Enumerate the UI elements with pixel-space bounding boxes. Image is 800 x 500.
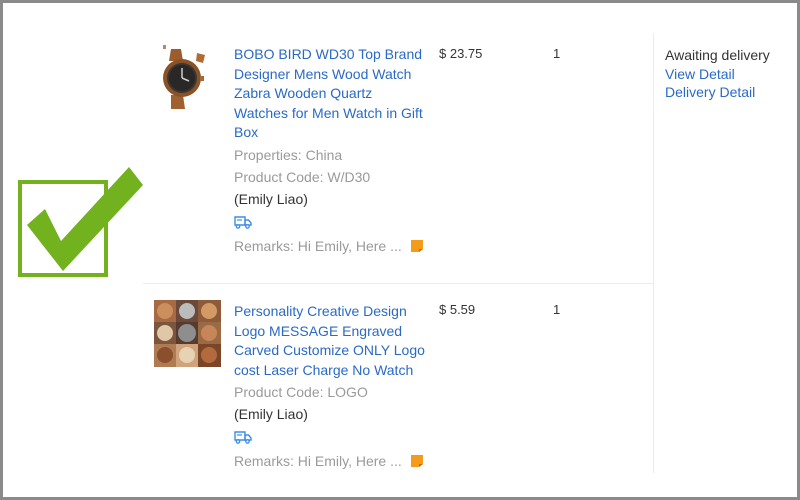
buyer-name: (Emily Liao) — [234, 190, 308, 207]
wood-watch-image[interactable] — [153, 43, 221, 111]
shipping-truck-icon[interactable] — [234, 215, 429, 231]
product-title-link[interactable]: Personality Creative Design Logo MESSAGE… — [234, 302, 429, 380]
remarks-text: Remarks: Hi Emily, Here ... — [234, 237, 402, 254]
view-detail-link[interactable]: View Detail — [665, 65, 795, 83]
order-status: Awaiting delivery — [665, 47, 770, 63]
remark-note-icon[interactable] — [410, 239, 424, 253]
remark-note-icon[interactable] — [410, 454, 424, 468]
order-item: Personality Creative Design Logo MESSAGE… — [143, 283, 653, 497]
order-status-column: Awaiting delivery View Detail Delivery D… — [665, 45, 795, 101]
product-properties: Properties: China — [234, 146, 343, 163]
order-panel: BOBO BIRD WD30 Top Brand Designer Mens W… — [0, 0, 800, 500]
item-details: BOBO BIRD WD30 Top Brand Designer Mens W… — [234, 45, 429, 256]
engraved-watch-collage-image[interactable] — [154, 300, 221, 367]
product-code: Product Code: W/D30 — [234, 168, 371, 185]
remarks-row: Remarks: Hi Emily, Here ... — [234, 237, 429, 256]
item-quantity: 1 — [553, 302, 561, 317]
buyer-name: (Emily Liao) — [234, 406, 308, 422]
remarks-text: Remarks: Hi Emily, Here ... — [234, 453, 402, 469]
item-price: $ 5.59 — [439, 302, 476, 317]
remarks-row: Remarks: Hi Emily, Here ... — [234, 452, 429, 471]
item-price: $ 23.75 — [439, 46, 483, 61]
item-details: Personality Creative Design Logo MESSAGE… — [234, 302, 429, 471]
delivery-detail-link[interactable]: Delivery Detail — [665, 83, 795, 101]
order-item: BOBO BIRD WD30 Top Brand Designer Mens W… — [143, 33, 653, 283]
column-divider — [653, 33, 654, 473]
green-checkmark-icon — [18, 167, 143, 277]
shipping-truck-icon[interactable] — [234, 430, 429, 446]
item-quantity: 1 — [553, 46, 561, 61]
product-title-link[interactable]: BOBO BIRD WD30 Top Brand Designer Mens W… — [234, 45, 429, 143]
product-code: Product Code: LOGO — [234, 384, 368, 400]
order-items-list: BOBO BIRD WD30 Top Brand Designer Mens W… — [143, 33, 653, 497]
